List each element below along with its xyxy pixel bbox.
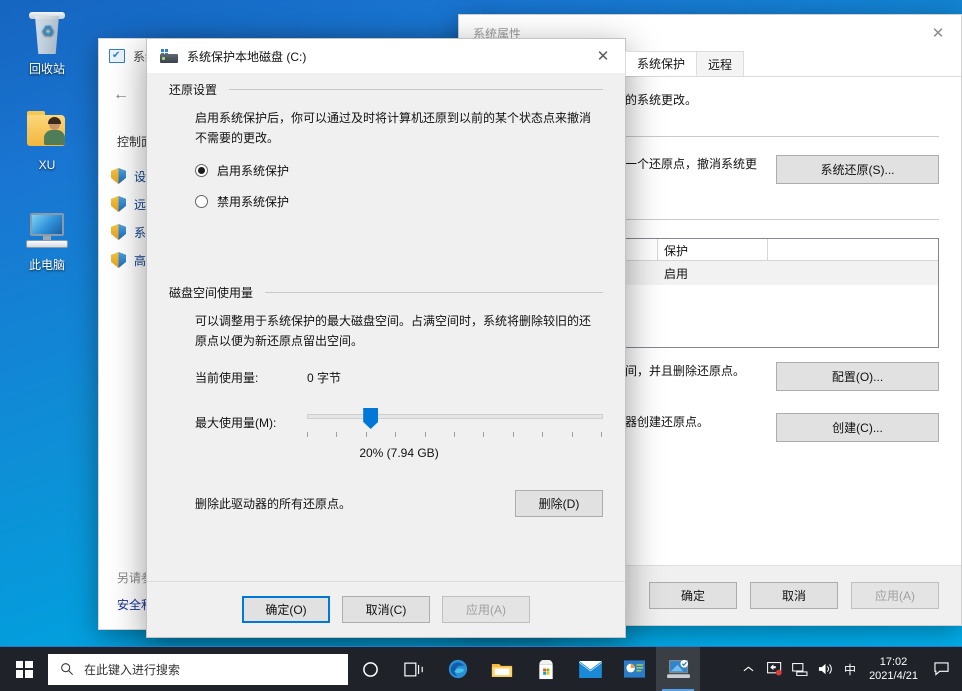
user-folder-icon (23, 106, 71, 154)
radio-enable-protection[interactable]: 启用系统保护 (169, 162, 603, 179)
delete-row: 删除此驱动器的所有还原点。 删除(D) (169, 490, 603, 517)
cell-protection: 启用 (658, 265, 768, 282)
restore-settings-header: 还原设置 (169, 81, 603, 98)
clock-time: 17:02 (869, 655, 918, 669)
divider (265, 292, 603, 293)
dialog-footer: 确定(O) 取消(C) 应用(A) (147, 581, 625, 637)
dialog-titlebar: 系统保护本地磁盘 (C:) ✕ (147, 39, 625, 73)
dialog-apply-button: 应用(A) (442, 596, 530, 623)
search-icon (60, 662, 74, 676)
desktop-icon-xu[interactable]: XU (8, 106, 86, 172)
volume-icon[interactable] (813, 647, 839, 691)
slider-value-text: 20% (7.94 GB) (169, 446, 603, 460)
disk-usage-description: 可以调整用于系统保护的最大磁盘空间。占满空间时，系统将删除较旧的还原点以便为新还… (169, 305, 603, 351)
shield-icon (111, 196, 126, 212)
slider-thumb[interactable] (363, 408, 378, 429)
shield-icon (111, 252, 126, 268)
apply-button: 应用(A) (851, 582, 939, 609)
restore-settings-label: 还原设置 (169, 81, 217, 98)
slider-ticks (307, 432, 603, 438)
search-placeholder: 在此键入进行搜索 (84, 661, 180, 678)
drive-protection-icon (160, 49, 178, 63)
network-icon[interactable] (787, 647, 813, 691)
system-restore-button[interactable]: 系统还原(S)... (776, 155, 939, 184)
ime-indicator[interactable]: 中 (839, 647, 861, 691)
restore-settings-description: 启用系统保护后，你可以通过及时将计算机还原到以前的某个状态点来撤消不需要的更改。 (169, 102, 603, 148)
radio-disable-protection[interactable]: 禁用系统保护 (169, 193, 603, 210)
max-usage-row: 最大使用量(M): (169, 408, 603, 438)
disk-usage-label: 磁盘空间使用量 (169, 284, 253, 301)
recycle-bin-icon: ♻ (23, 10, 71, 58)
radio-button[interactable] (195, 195, 208, 208)
disk-usage-header: 磁盘空间使用量 (169, 284, 603, 301)
create-button[interactable]: 创建(C)... (776, 413, 939, 442)
dialog-body: 还原设置 启用系统保护后，你可以通过及时将计算机还原到以前的某个状态点来撤消不需… (147, 73, 625, 591)
edge-icon[interactable] (436, 647, 480, 691)
tab-system-protection[interactable]: 系统保护 (625, 51, 697, 76)
current-usage-row: 当前使用量: 0 字节 (169, 369, 603, 386)
powerpoint-icon[interactable] (612, 647, 656, 691)
max-usage-slider[interactable] (307, 408, 603, 438)
windows-start-icon (16, 661, 33, 678)
dialog-cancel-button[interactable]: 取消(C) (342, 596, 430, 623)
desktop-icon-this-pc[interactable]: 此电脑 (8, 206, 86, 272)
search-input[interactable]: 在此键入进行搜索 (48, 654, 348, 685)
system-properties-taskbar-icon[interactable] (656, 647, 700, 691)
ok-button[interactable]: 确定 (649, 582, 737, 609)
chevron-up-icon[interactable] (735, 647, 761, 691)
notification-icon[interactable] (926, 647, 956, 691)
system-icon: ✔ (109, 49, 125, 63)
shield-icon (111, 168, 126, 184)
system-protection-dialog[interactable]: 系统保护本地磁盘 (C:) ✕ 还原设置 启用系统保护后，你可以通过及时将计算机… (146, 38, 626, 638)
back-arrow-icon[interactable]: ← (113, 86, 129, 104)
delete-button[interactable]: 删除(D) (515, 490, 603, 517)
dialog-title: 系统保护本地磁盘 (C:) (178, 48, 581, 65)
close-icon[interactable]: ✕ (915, 15, 961, 51)
start-button[interactable] (0, 647, 48, 691)
clock[interactable]: 17:02 2021/4/21 (861, 655, 926, 683)
shield-icon (111, 224, 126, 240)
system-tray: 中 17:02 2021/4/21 (735, 647, 962, 691)
task-view-icon[interactable] (392, 647, 436, 691)
delete-description: 删除此驱动器的所有还原点。 (195, 495, 515, 512)
desktop-icon-label: 回收站 (8, 62, 86, 76)
radio-label: 启用系统保护 (217, 162, 289, 179)
close-icon[interactable]: ✕ (581, 39, 625, 73)
current-usage-value: 0 字节 (307, 369, 341, 386)
this-pc-icon (23, 206, 71, 254)
radio-button-selected[interactable] (195, 164, 208, 177)
radio-label: 禁用系统保护 (217, 193, 289, 210)
screen-share-icon[interactable] (761, 647, 787, 691)
desktop: ♻ 回收站 XU 此电脑 ✔ 系统 ← → 控制面板 (0, 0, 962, 691)
slider-track[interactable] (307, 414, 603, 419)
clock-date: 2021/4/21 (869, 669, 918, 683)
max-usage-label: 最大使用量(M): (195, 408, 307, 431)
dialog-ok-button[interactable]: 确定(O) (242, 596, 330, 623)
mail-icon[interactable] (568, 647, 612, 691)
configure-button[interactable]: 配置(O)... (776, 362, 939, 391)
cancel-button[interactable]: 取消 (750, 582, 838, 609)
current-usage-label: 当前使用量: (195, 369, 307, 386)
tab-remote[interactable]: 远程 (696, 51, 744, 76)
file-explorer-icon[interactable] (480, 647, 524, 691)
divider (229, 89, 603, 90)
taskbar: 在此键入进行搜索 (0, 646, 962, 691)
column-header-protection: 保护 (658, 239, 768, 260)
desktop-icon-recycle-bin[interactable]: ♻ 回收站 (8, 10, 86, 76)
desktop-icon-label: XU (8, 158, 86, 172)
desktop-icon-label: 此电脑 (8, 258, 86, 272)
microsoft-store-icon[interactable] (524, 647, 568, 691)
cortana-icon[interactable] (348, 647, 392, 691)
